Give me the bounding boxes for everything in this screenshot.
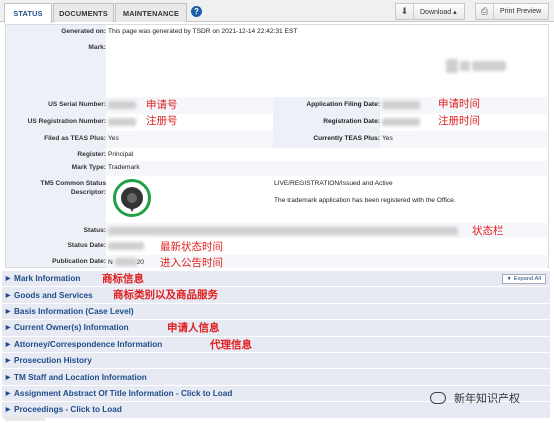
annotation-attorney: 代理信息	[210, 338, 252, 351]
expand-triangle-icon: ▶	[5, 390, 11, 397]
wechat-icon	[430, 392, 446, 404]
expand-triangle-icon: ▶	[5, 325, 11, 332]
expand-triangle-icon: ▶	[5, 341, 11, 348]
annotation-serial: 申请号	[146, 99, 178, 111]
download-button[interactable]: ⬇ Download ▴	[395, 3, 465, 20]
section-goods-services[interactable]: ▶ Goods and Services 商标类别以及商品服务	[2, 286, 550, 303]
reg-number-value	[108, 118, 136, 126]
annotation-owner: 申请人信息	[167, 322, 220, 335]
expand-triangle-icon: ▶	[5, 292, 11, 299]
help-icon[interactable]: ?	[191, 6, 202, 17]
serial-value	[108, 101, 136, 109]
section-attorney-correspondence[interactable]: ▶ Attorney/Correspondence Information 代理…	[2, 335, 550, 352]
annotation-goods: 商标类别以及商品服务	[113, 289, 218, 302]
print-preview-button[interactable]: ⎙ Print Preview	[475, 3, 549, 20]
status-table: Generated on: This page was generated by…	[5, 24, 549, 269]
section-basis-information[interactable]: ▶ Basis Information (Case Level)	[2, 302, 550, 320]
download-icon: ⬇	[396, 4, 414, 19]
tm5-description: The trademark application has been regis…	[274, 197, 456, 204]
expand-triangle-icon: ▶	[5, 308, 11, 315]
section-tm-staff-location[interactable]: ▶ TM Staff and Location Information	[2, 368, 550, 385]
section-current-owners[interactable]: ▶ Current Owner(s) Information 申请人信息	[2, 319, 550, 336]
expand-triangle-icon: ▶	[5, 374, 11, 381]
expand-all-button[interactable]: ▼ Expand All	[501, 274, 546, 284]
watermark: 新年知识产权	[430, 390, 520, 406]
tab-maintenance[interactable]: MAINTENANCE	[115, 3, 187, 22]
registered-seal-icon	[113, 179, 151, 217]
annotation-mark-info: 商标信息	[102, 273, 144, 285]
mark-image	[446, 59, 526, 79]
status-value	[108, 227, 458, 235]
publication-date-value	[114, 258, 137, 266]
annotation-reg-num: 注册号	[146, 115, 178, 127]
filing-date-value	[382, 101, 420, 109]
annotation-filing: 申请时间	[438, 98, 480, 110]
printer-icon: ⎙	[476, 4, 494, 19]
tm5-status: LIVE/REGISTRATION/Issued and Active	[274, 180, 393, 187]
annotation-pub-date: 进入公告时间	[160, 257, 223, 269]
section-mark-information[interactable]: ▶ Mark Information 商标信息 ▼ Expand All	[2, 270, 550, 287]
top-tab-bar: STATUS DOCUMENTS MAINTENANCE ? ⬇ Downloa…	[0, 0, 554, 23]
expand-triangle-icon: ▶	[5, 407, 11, 414]
tab-documents[interactable]: DOCUMENTS	[53, 3, 114, 22]
tab-status[interactable]: STATUS	[4, 3, 52, 23]
status-date-value	[108, 242, 144, 250]
section-prosecution-history[interactable]: ▶ Prosecution History	[2, 351, 550, 369]
bottom-scroll-hint	[5, 417, 45, 421]
annotation-reg-date: 注册时间	[438, 115, 480, 127]
annotation-status: 状态栏	[472, 225, 504, 237]
expand-triangle-icon: ▶	[5, 276, 11, 283]
annotation-status-date: 最新状态时间	[160, 241, 223, 253]
expand-down-icon: ▼	[506, 276, 512, 282]
expand-triangle-icon: ▶	[5, 358, 11, 365]
reg-date-value	[382, 118, 420, 126]
